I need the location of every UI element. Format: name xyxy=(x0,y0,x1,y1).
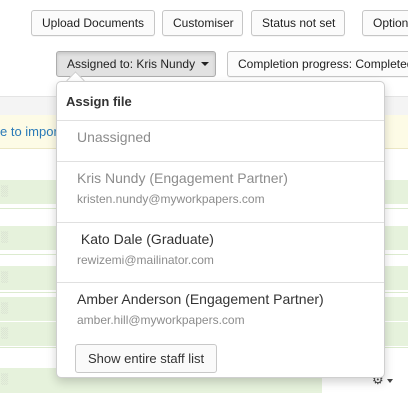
dropdown-title: Assign file xyxy=(66,94,132,109)
option-name: Kris Nundy (Engagement Partner) xyxy=(77,170,288,186)
row-marker: ░ xyxy=(1,232,10,243)
show-staff-label: Show entire staff list xyxy=(88,351,205,366)
caret-down-icon[interactable] xyxy=(387,379,393,383)
option-email: amber.hill@myworkpapers.com xyxy=(77,313,245,327)
completion-progress-filter-button[interactable]: Completion progress: Completed xyxy=(227,51,408,77)
option-email: rewizemi@mailinator.com xyxy=(77,253,214,267)
options-button[interactable]: Option xyxy=(362,10,408,36)
divider xyxy=(57,282,384,283)
option-name: Unassigned xyxy=(77,129,151,145)
assigned-to-label: Assigned to: Kris Nundy xyxy=(67,57,196,71)
row-marker: ░ xyxy=(1,328,10,339)
status-button[interactable]: Status not set xyxy=(251,10,345,36)
completion-progress-label: Completion progress: Completed xyxy=(238,57,408,71)
caret-down-icon xyxy=(201,62,210,66)
option-email: kristen.nundy@myworkpapers.com xyxy=(77,192,265,206)
assign-file-dropdown: Assign file Unassigned Kris Nundy (Engag… xyxy=(56,81,385,378)
upload-documents-button[interactable]: Upload Documents xyxy=(31,10,155,36)
import-banner-link[interactable]: e to impor xyxy=(0,124,58,139)
upload-documents-label: Upload Documents xyxy=(42,16,145,30)
option-amber-anderson[interactable]: Amber Anderson (Engagement Partner) ambe… xyxy=(57,291,384,327)
customiser-button[interactable]: Customiser xyxy=(162,10,243,36)
option-kato-dale[interactable]: Kato Dale (Graduate) rewizemi@mailinator… xyxy=(57,231,384,267)
row-marker: ░ xyxy=(1,272,10,283)
customiser-label: Customiser xyxy=(173,16,234,30)
assigned-to-filter-button[interactable]: Assigned to: Kris Nundy xyxy=(56,51,216,77)
divider xyxy=(57,222,384,223)
show-entire-staff-list-button[interactable]: Show entire staff list xyxy=(75,344,218,373)
options-label: Option xyxy=(373,16,408,30)
row-marker: ░ xyxy=(1,374,10,385)
divider xyxy=(57,161,384,162)
row-marker: ░ xyxy=(1,186,10,197)
divider xyxy=(57,120,384,121)
row-marker: ░ xyxy=(1,303,10,314)
option-name: Kato Dale (Graduate) xyxy=(77,231,214,247)
option-kris-nundy[interactable]: Kris Nundy (Engagement Partner) kristen.… xyxy=(57,170,384,206)
option-name: Amber Anderson (Engagement Partner) xyxy=(77,291,324,307)
status-label: Status not set xyxy=(262,16,336,30)
option-unassigned[interactable]: Unassigned xyxy=(57,129,384,145)
